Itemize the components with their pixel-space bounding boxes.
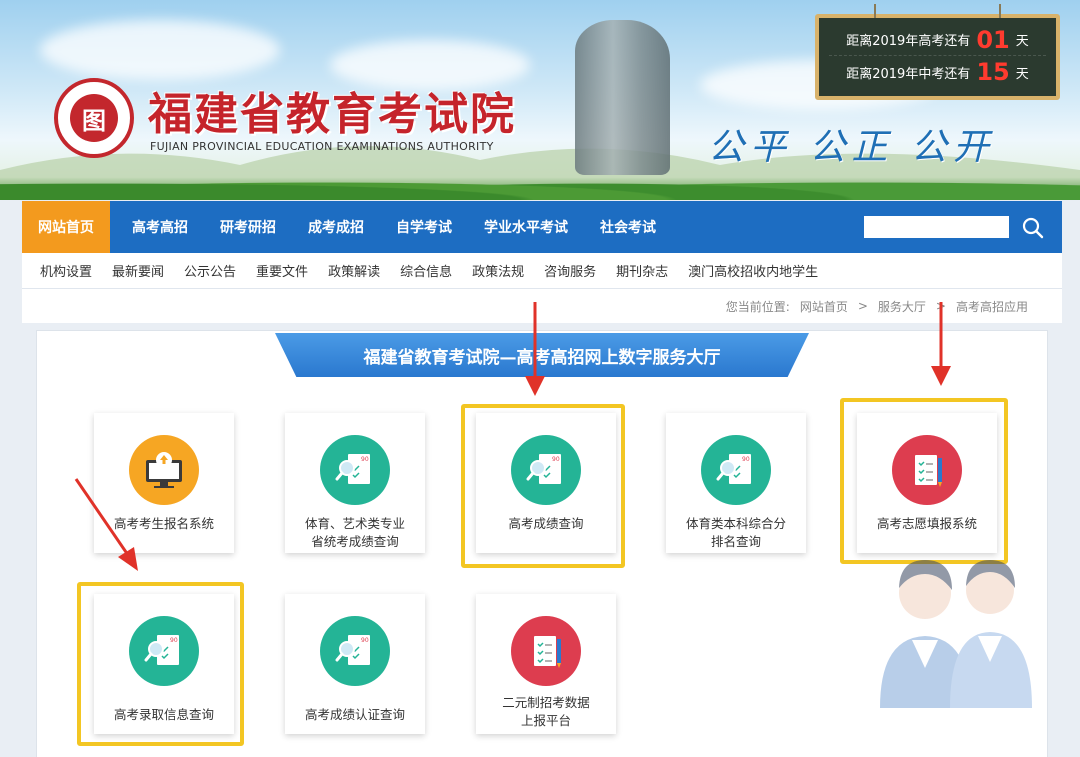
nav-yankao[interactable]: 研考研招 — [204, 201, 292, 253]
support-staff-illustration — [880, 560, 1032, 708]
service-label: 高考成绩查询 — [508, 516, 584, 531]
gaokao-countdown: 距离2019年高考还有 01 天 — [829, 24, 1046, 56]
breadcrumb-hall[interactable]: 服务大厅 — [878, 298, 926, 315]
breadcrumb-current: 高考高招应用 — [955, 299, 1028, 314]
zhongkao-countdown: 距离2019年中考还有 15 天 — [846, 58, 1029, 86]
search-icon[interactable] — [1020, 215, 1046, 241]
annotation-arrow — [525, 302, 545, 396]
nav-chengkao[interactable]: 成考成招 — [292, 201, 380, 253]
subnav-item[interactable]: 重要文件 — [256, 261, 308, 280]
svg-text:90: 90 — [361, 637, 369, 644]
subnav-item[interactable]: 政策解读 — [328, 261, 380, 280]
service-label: 体育类本科综合分 排名查询 — [685, 516, 786, 549]
slogan: 公平 公正 公开 — [708, 127, 995, 168]
subnav-item[interactable]: 最新要闻 — [112, 261, 164, 280]
score-search-icon: 90 — [701, 435, 771, 505]
gaokao-days: 01 — [976, 25, 1010, 54]
search-input[interactable] — [864, 216, 1009, 238]
score-search-icon: 90 — [511, 435, 581, 505]
nav-gaokao[interactable]: 高考高招 — [116, 201, 204, 253]
service-card-art-sports-score[interactable]: 90 体育、艺术类专业 省统考成绩查询 — [285, 413, 425, 553]
zhongkao-days: 15 — [976, 58, 1010, 86]
logo-seal: 图 — [54, 78, 134, 158]
service-card-dual-system-data[interactable]: 二元制招考数据 上报平台 — [476, 594, 616, 734]
form-pencil-icon — [511, 616, 581, 686]
svg-text:90: 90 — [552, 456, 560, 463]
nav-xueye[interactable]: 学业水平考试 — [468, 201, 584, 253]
rock-peak-image — [575, 20, 670, 175]
subnav-item[interactable]: 政策法规 — [472, 261, 524, 280]
sub-nav: 机构设置 最新要闻 公示公告 重要文件 政策解读 综合信息 政策法规 咨询服务 … — [22, 253, 1062, 289]
score-search-icon: 90 — [129, 616, 199, 686]
service-card-volunteer[interactable]: 高考志愿填报系统 — [857, 413, 997, 553]
nav-shehui[interactable]: 社会考试 — [584, 201, 672, 253]
svg-text:90: 90 — [361, 456, 369, 463]
service-card-score-certification[interactable]: 90 高考成绩认证查询 — [285, 594, 425, 734]
score-search-icon: 90 — [320, 616, 390, 686]
service-label: 二元制招考数据 上报平台 — [502, 695, 590, 728]
service-label: 高考志愿填报系统 — [876, 516, 977, 531]
breadcrumb-home[interactable]: 网站首页 — [800, 298, 848, 315]
nav-zikao[interactable]: 自学考试 — [380, 201, 468, 253]
subnav-item[interactable]: 机构设置 — [40, 261, 92, 280]
site-title: 福建省教育考试院 — [148, 89, 516, 140]
breadcrumb-prefix: 您当前位置: — [725, 299, 790, 314]
nav-home[interactable]: 网站首页 — [22, 201, 110, 253]
subnav-item[interactable]: 公示公告 — [184, 261, 236, 280]
form-pencil-icon — [892, 435, 962, 505]
service-label: 高考成绩认证查询 — [304, 707, 405, 722]
service-label: 高考录取信息查询 — [113, 707, 214, 722]
service-card-sports-ranking[interactable]: 90 体育类本科综合分 排名查询 — [666, 413, 806, 553]
svg-text:90: 90 — [170, 637, 178, 644]
service-card-gaokao-score[interactable]: 90 高考成绩查询 — [476, 413, 616, 553]
breadcrumb-sep: > — [857, 299, 868, 313]
main-nav: 网站首页 高考高招 研考研招 成考成招 自学考试 学业水平考试 社会考试 — [22, 201, 1062, 253]
subnav-item[interactable]: 澳门高校招收内地学生 — [688, 261, 818, 280]
annotation-arrow — [74, 478, 138, 571]
annotation-arrow — [931, 302, 951, 386]
exam-countdown-board: 距离2019年高考还有 01 天 距离2019年中考还有 15 天 — [815, 4, 1060, 100]
score-search-icon: 90 — [320, 435, 390, 505]
site-subtitle: FUJIAN PROVINCIAL EDUCATION EXAMINATIONS… — [150, 140, 494, 153]
subnav-item[interactable]: 综合信息 — [400, 261, 452, 280]
service-label: 体育、艺术类专业 省统考成绩查询 — [304, 516, 405, 549]
subnav-item[interactable]: 咨询服务 — [544, 261, 596, 280]
subnav-item[interactable]: 期刊杂志 — [616, 261, 668, 280]
service-card-admission[interactable]: 90 高考录取信息查询 — [94, 594, 234, 734]
svg-text:90: 90 — [742, 456, 750, 463]
